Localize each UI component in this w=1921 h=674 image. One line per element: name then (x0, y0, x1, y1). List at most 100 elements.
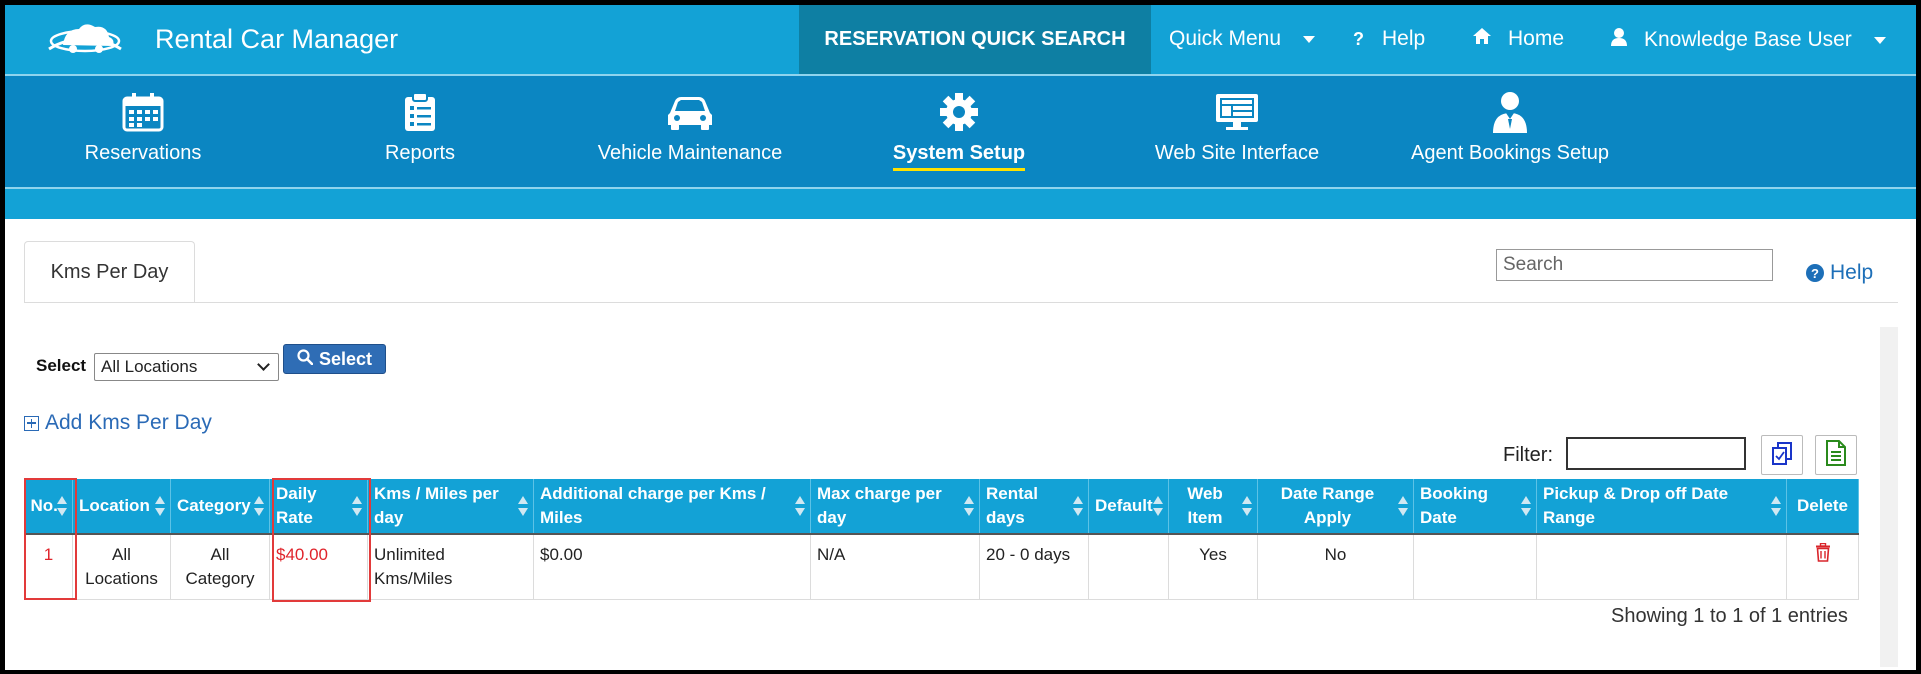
column-header-label: Date Range Apply (1280, 484, 1375, 527)
sort-icon (1771, 496, 1781, 516)
column-header-booking-date[interactable]: Booking Date (1413, 479, 1537, 534)
reservation-quick-search-button[interactable]: RESERVATION QUICK SEARCH (799, 5, 1151, 74)
top-bar: Rental Car Manager RESERVATION QUICK SEA… (5, 5, 1916, 74)
cell-booking-date (1413, 533, 1537, 600)
home-nav-label: Home (1508, 27, 1565, 50)
cell-web-item: Yes (1168, 533, 1258, 600)
divider (24, 302, 1898, 303)
location-select-value: All Locations (101, 357, 198, 376)
sort-icon (518, 496, 528, 516)
select-button-label: Select (318, 348, 373, 369)
column-header-label: Category (177, 496, 251, 515)
column-header-date-range-apply[interactable]: Date Range Apply (1257, 479, 1414, 534)
location-select[interactable]: All Locations (94, 353, 279, 381)
column-header-web-item[interactable]: Web Item (1168, 479, 1258, 534)
cell-location: All Locations (72, 533, 171, 600)
clipboard-icon (403, 92, 437, 132)
car-icon (666, 92, 714, 132)
cell-additional-charge: $0.00 (533, 533, 811, 600)
module-label: System Setup (892, 142, 1026, 171)
quick-menu-dropdown[interactable]: Quick Menu (1169, 27, 1316, 51)
select-button[interactable]: Select (283, 344, 386, 374)
column-header-category[interactable]: Category (170, 479, 270, 534)
sort-icon (1398, 496, 1408, 516)
sub-bar (5, 189, 1916, 219)
help-nav-label: Help (1382, 27, 1426, 50)
agent-icon (1491, 92, 1529, 133)
help-nav-link[interactable]: ? Help (1353, 27, 1425, 51)
module-agent-bookings-setup[interactable]: Agent Bookings Setup (1395, 76, 1625, 187)
column-header-label: Max charge per day (817, 484, 942, 527)
column-header-label: Pickup & Drop off Date Range (1543, 484, 1729, 527)
add-link-label: Add Kms Per Day (45, 411, 212, 434)
select-label: Select (36, 356, 87, 375)
user-name-label: Knowledge Base User (1644, 28, 1852, 51)
column-header-location[interactable]: Location (72, 479, 171, 534)
column-header-label: Kms / Miles per day (374, 484, 499, 527)
sort-icon (155, 496, 165, 516)
module-label: Reservations (84, 142, 202, 164)
search-input[interactable] (1496, 249, 1773, 281)
cell-default (1088, 533, 1169, 600)
module-label: Reports (384, 142, 456, 164)
quick-menu-label: Quick Menu (1169, 27, 1282, 50)
user-menu-dropdown[interactable]: Knowledge Base User (1610, 27, 1886, 53)
gear-icon (939, 92, 979, 132)
module-system-setup[interactable]: System Setup (869, 76, 1049, 187)
add-kms-per-day-link[interactable]: Add Kms Per Day (24, 411, 212, 435)
highlight-box (272, 478, 371, 602)
filter-label: Filter: (1503, 444, 1553, 466)
column-header-rental-days[interactable]: Rental days (979, 479, 1089, 534)
module-reports[interactable]: Reports (330, 76, 510, 187)
help-link[interactable]: ? Help (1806, 261, 1873, 285)
module-nav: Reservations Reports Vehicle Maintenance… (5, 76, 1916, 187)
table-info: Showing 1 to 1 of 1 entries (1611, 605, 1848, 627)
module-vehicle-maintenance[interactable]: Vehicle Maintenance (585, 76, 795, 187)
copy-button[interactable] (1761, 435, 1803, 475)
module-label: Vehicle Maintenance (597, 142, 783, 164)
calendar-icon (121, 92, 165, 132)
cell-rental-days: 20 - 0 days (979, 533, 1089, 600)
home-nav-link[interactable]: Home (1472, 27, 1564, 51)
module-reservations[interactable]: Reservations (53, 76, 233, 187)
scrollbar[interactable] (1880, 327, 1898, 667)
chevron-down-icon (1873, 36, 1886, 44)
module-label: Web Site Interface (1154, 142, 1320, 164)
highlight-box (24, 478, 77, 600)
help-link-label: Help (1830, 261, 1874, 284)
cell-category: All Category (170, 533, 270, 600)
cell-delete (1786, 533, 1859, 600)
export-button[interactable] (1815, 435, 1857, 475)
tab-kms-per-day[interactable]: Kms Per Day (24, 241, 195, 303)
column-header-label: Web Item (1187, 484, 1223, 527)
column-header-pickup-dropoff-range[interactable]: Pickup & Drop off Date Range (1536, 479, 1787, 534)
question-circle-icon: ? (1806, 264, 1824, 282)
sort-icon (1073, 496, 1083, 516)
cell-date-range-apply: No (1257, 533, 1414, 600)
column-header-delete: Delete (1786, 479, 1859, 534)
sort-icon (964, 496, 974, 516)
sort-icon (1242, 496, 1252, 516)
copy-icon (1769, 440, 1795, 471)
chevron-down-icon (257, 358, 270, 371)
user-icon (1610, 27, 1628, 53)
app-logo-icon (45, 19, 125, 62)
column-header-additional-charge[interactable]: Additional charge per Kms / Miles (533, 479, 811, 534)
document-icon (1824, 439, 1848, 472)
column-header-kms-per-day[interactable]: Kms / Miles per day (367, 479, 534, 534)
column-header-max-charge[interactable]: Max charge per day (810, 479, 980, 534)
column-header-label: Default (1095, 496, 1153, 515)
monitor-icon (1214, 92, 1260, 132)
home-icon (1472, 27, 1492, 51)
cell-pickup-dropoff-range (1536, 533, 1787, 600)
column-header-label: Additional charge per Kms / Miles (540, 484, 766, 527)
trash-icon[interactable] (1815, 542, 1831, 569)
question-icon: ? (1353, 28, 1364, 49)
sort-icon (1153, 496, 1163, 516)
sort-icon (1521, 496, 1531, 516)
column-header-default[interactable]: Default (1088, 479, 1169, 534)
sort-icon (254, 496, 264, 516)
module-label: Agent Bookings Setup (1411, 142, 1609, 164)
module-web-site-interface[interactable]: Web Site Interface (1132, 76, 1342, 187)
filter-input[interactable] (1566, 437, 1746, 470)
